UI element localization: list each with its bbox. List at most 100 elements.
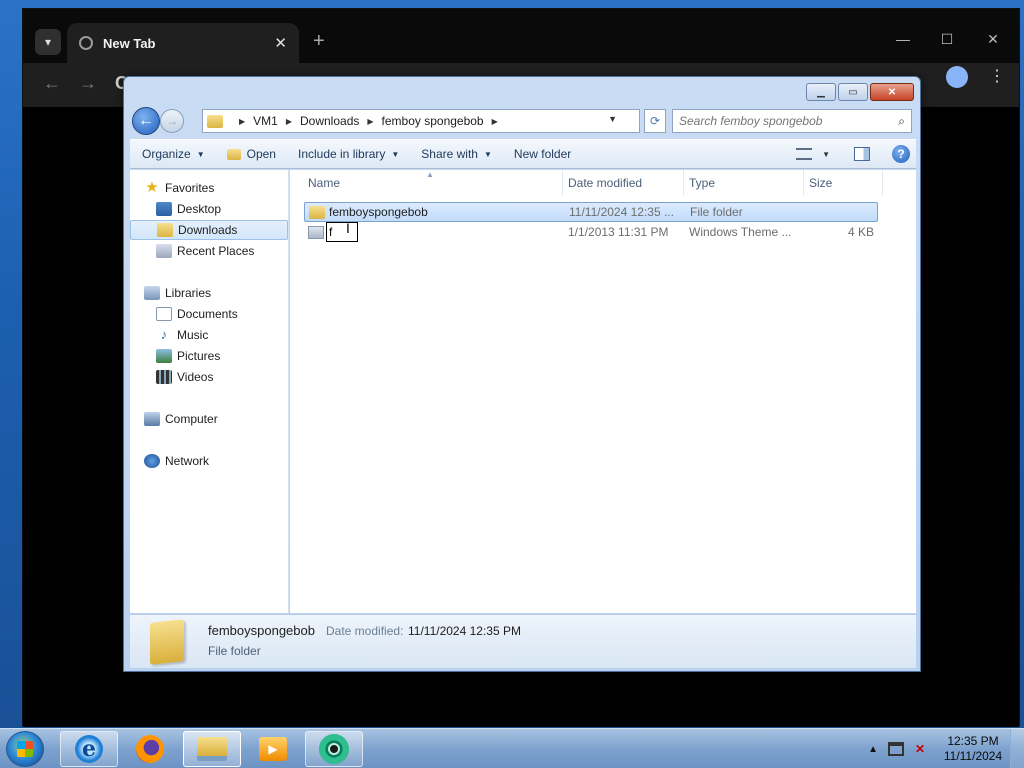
file-date: 1/1/2013 11:31 PM [568,225,669,239]
chrome-close-button[interactable]: ✕ [973,31,1013,48]
new-tab-button[interactable]: + [313,31,325,51]
column-divider[interactable] [562,170,563,196]
preview-pane-icon[interactable] [854,147,870,161]
open-button[interactable]: Open [216,140,287,168]
globe-icon [79,36,93,50]
details-pane: femboyspongebob Date modified: 11/11/202… [130,614,916,668]
recent-places-icon [156,244,172,258]
taskbar-media-player[interactable]: ▶ [244,731,302,767]
chrome-menu-icon[interactable]: ⋮ [986,66,1008,88]
address-bar[interactable]: ▶ VM1 ▶ Downloads ▶ femboy spongebob ▶ ▼ [202,109,640,133]
help-icon[interactable]: ? [892,145,910,163]
back-button[interactable]: ← [132,107,160,135]
tab-title: New Tab [103,35,156,51]
search-icon[interactable]: ⌕ [898,114,905,129]
refresh-icon[interactable]: ⟳ [644,109,666,133]
music-icon: ♪ [160,327,168,342]
rename-input[interactable]: f [326,222,358,242]
window-controls: ▁ ▭ ✕ [806,83,914,101]
minimize-button[interactable]: ▁ [806,83,836,101]
folder-icon [207,114,223,128]
chrome-minimize-button[interactable]: — [883,31,923,47]
breadcrumb-downloads[interactable]: Downloads [300,114,359,128]
show-hidden-icons-icon[interactable]: ▲ [868,744,878,755]
maximize-button[interactable]: ▭ [838,83,868,101]
search-input[interactable] [679,114,899,128]
nav-videos[interactable]: Videos [156,367,213,387]
file-list-pane: ▲ Name Date modified Type Size femboyspo… [290,170,916,613]
nav-downloads-label: Downloads [178,223,238,237]
file-size: 4 KB [847,225,874,239]
chevron-down-icon: ▼ [391,149,400,159]
chevron-right-icon[interactable]: ▶ [492,117,498,126]
chevron-down-icon[interactable]: ▼ [822,150,830,159]
column-header-size[interactable]: Size [809,170,832,196]
column-divider[interactable] [882,170,883,196]
table-row[interactable]: f Ⅰ 1/1/2013 11:31 PM Windows Theme ... … [304,221,878,243]
column-header-type[interactable]: Type [689,170,715,196]
nav-favorites[interactable]: ★ Favorites [144,178,214,198]
taskbar-internet-explorer[interactable]: e [60,731,118,767]
file-name: femboyspongebob [329,205,428,219]
chevron-right-icon[interactable]: ▶ [367,117,373,126]
breadcrumb-femboy-spongebob[interactable]: femboy spongebob [382,114,484,128]
nav-recent-places[interactable]: Recent Places [156,241,254,261]
chevron-right-icon[interactable]: ▶ [286,117,292,126]
address-row: ← → ▶ VM1 ▶ Downloads ▶ femboy spongebob… [130,107,916,135]
tab-close-icon[interactable]: ✕ [274,34,287,52]
share-with-button[interactable]: Share with ▼ [410,140,503,168]
search-box[interactable]: ⌕ [672,109,912,133]
taskbar-firefox[interactable] [121,731,179,767]
volume-muted-icon[interactable]: ✕ [912,742,928,756]
column-header-date-modified[interactable]: Date modified [568,170,642,196]
column-divider[interactable] [683,170,684,196]
show-desktop-button[interactable] [1010,729,1024,768]
include-in-library-button[interactable]: Include in library ▼ [287,140,410,168]
clock-date: 11/11/2024 [943,749,1003,763]
documents-icon [156,307,172,321]
column-divider[interactable] [803,170,804,196]
windows-logo-icon [17,741,33,757]
view-options-icon[interactable] [796,148,813,160]
nav-computer[interactable]: Computer [144,409,218,429]
start-button[interactable] [6,731,44,767]
new-folder-button[interactable]: New folder [503,140,582,168]
profile-avatar-icon[interactable] [946,66,968,88]
back-arrow-icon[interactable]: ← [43,73,61,94]
explorer-window: ▁ ▭ ✕ ← → ▶ VM1 ▶ Downloads ▶ femboy spo… [123,76,921,672]
pictures-icon [156,349,172,363]
clock-time: 12:35 PM [947,734,999,748]
column-header-name[interactable]: Name [308,170,340,196]
tab-search-icon[interactable]: ▾ [35,29,61,55]
nav-pictures[interactable]: Pictures [156,346,220,366]
nav-network[interactable]: Network [144,451,209,471]
taskbar-chrome[interactable] [305,731,363,767]
table-row[interactable]: femboyspongebob 11/11/2024 12:35 ... Fil… [304,202,878,222]
navigation-pane: ★ Favorites Desktop Downloads Recent Pla… [130,170,289,613]
nav-desktop[interactable]: Desktop [156,199,221,219]
forward-arrow-icon[interactable]: → [79,73,97,94]
chrome-maximize-button[interactable]: ☐ [927,31,967,48]
computer-icon [144,412,160,426]
organize-button[interactable]: Organize ▼ [130,140,216,168]
nav-pictures-label: Pictures [177,349,221,363]
nav-music-label: Music [177,328,209,342]
nav-documents[interactable]: Documents [156,304,238,324]
star-icon: ★ [145,179,159,196]
clock[interactable]: 12:35 PM 11/11/2024 [936,734,1010,764]
nav-network-label: Network [165,454,210,468]
chrome-icon [319,734,349,764]
network-tray-icon[interactable] [888,742,904,756]
breadcrumb-vm1[interactable]: VM1 [253,114,278,128]
taskbar-windows-explorer[interactable] [183,731,241,767]
address-dropdown-icon[interactable]: ▼ [608,114,617,124]
nav-downloads[interactable]: Downloads [130,220,288,240]
nav-libraries[interactable]: Libraries [144,283,211,303]
nav-music[interactable]: ♪ Music [156,325,209,345]
tab-new-tab[interactable]: New Tab ✕ [67,23,299,63]
nav-favorites-label: Favorites [165,181,215,195]
close-button[interactable]: ✕ [870,83,914,101]
chevron-right-icon[interactable]: ▶ [239,117,245,126]
sort-ascending-icon: ▲ [426,170,434,179]
forward-button[interactable]: → [160,109,184,133]
